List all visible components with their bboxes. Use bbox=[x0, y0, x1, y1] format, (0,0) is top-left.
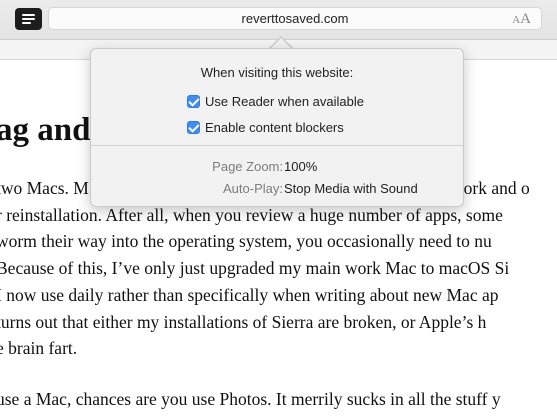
auto-play-label: Auto-Play: bbox=[223, 181, 283, 196]
article-line: Because of this, I’ve only just upgraded… bbox=[0, 258, 510, 279]
article-paragraph: use a Mac, chances are you use Photos. I… bbox=[0, 386, 501, 412]
content-blockers-label: Enable content blockers bbox=[205, 120, 344, 135]
article-line: worm their way into the operating system… bbox=[0, 231, 492, 252]
text-size-small-icon: A bbox=[512, 14, 521, 26]
article-line: I now use daily rather than specifically… bbox=[0, 284, 499, 305]
reader-line-icon bbox=[22, 22, 31, 24]
content-blockers-checkbox[interactable]: Enable content blockers bbox=[187, 120, 344, 135]
page-zoom-select[interactable]: 100% bbox=[284, 159, 317, 174]
checkbox-checked-icon[interactable] bbox=[187, 121, 200, 134]
website-settings-popover: When visiting this website: Use Reader w… bbox=[90, 48, 464, 207]
article-line: e brain fart. bbox=[0, 338, 78, 359]
article-heading: ag and bbox=[0, 112, 91, 148]
article-line-text: two Macs. M bbox=[0, 178, 89, 198]
checkbox-checked-icon[interactable] bbox=[187, 95, 200, 108]
article-line: turns out that either my installations o… bbox=[0, 311, 487, 332]
auto-play-select[interactable]: Stop Media with Sound bbox=[284, 181, 418, 196]
use-reader-label: Use Reader when available bbox=[205, 94, 364, 109]
reader-view-button[interactable] bbox=[15, 8, 42, 30]
use-reader-checkbox[interactable]: Use Reader when available bbox=[187, 94, 364, 109]
page-zoom-label: Page Zoom: bbox=[212, 159, 283, 174]
reader-line-icon bbox=[22, 18, 35, 20]
address-text: reverttosaved.com bbox=[241, 11, 349, 26]
text-size-large-icon: A bbox=[520, 11, 531, 27]
reader-line-icon bbox=[22, 14, 35, 16]
browser-toolbar: reverttosaved.com AA bbox=[0, 0, 557, 40]
popover-title: When visiting this website: bbox=[200, 65, 354, 80]
address-bar[interactable]: reverttosaved.com AA bbox=[48, 7, 542, 30]
article-line: use a Mac, chances are you use Photos. I… bbox=[0, 389, 501, 409]
text-size-button[interactable]: AA bbox=[512, 10, 531, 28]
popover-divider bbox=[91, 145, 463, 146]
